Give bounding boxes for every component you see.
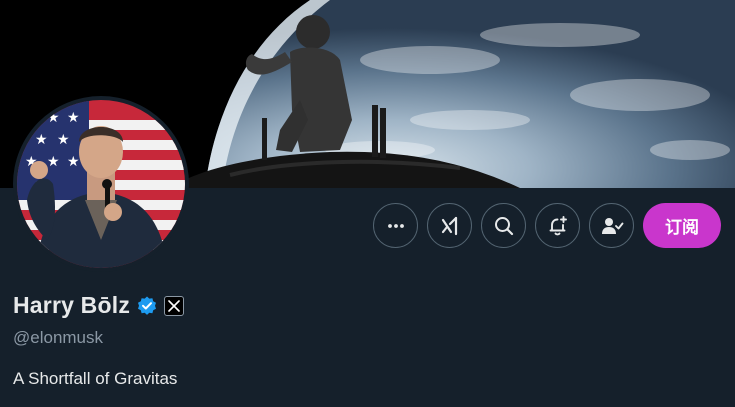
grok-icon xyxy=(441,216,457,235)
avatar[interactable]: ★ ★ ★ ★ ★ ★ ★ ★ ★ xyxy=(13,96,189,272)
svg-text:★: ★ xyxy=(67,154,80,170)
notifications-button[interactable] xyxy=(535,203,580,248)
following-button[interactable] xyxy=(589,203,634,248)
x-logo-icon[interactable] xyxy=(164,295,185,316)
svg-text:★: ★ xyxy=(47,154,60,170)
grok-button[interactable] xyxy=(427,203,472,248)
profile-actions: 订阅 xyxy=(373,203,721,248)
search-icon xyxy=(494,216,513,235)
svg-text:★: ★ xyxy=(57,132,70,148)
profile-name-row: Harry Bōlz xyxy=(13,292,185,319)
profile-handle: @elonmusk xyxy=(13,328,104,347)
subscribe-button[interactable]: 订阅 xyxy=(643,203,721,248)
avatar-image: ★ ★ ★ ★ ★ ★ ★ ★ ★ xyxy=(17,100,185,268)
more-button[interactable] xyxy=(373,203,418,248)
svg-text:★: ★ xyxy=(67,110,80,126)
search-profile-button[interactable] xyxy=(481,203,526,248)
notification-bell-icon xyxy=(549,215,567,235)
display-name: Harry Bōlz xyxy=(13,292,131,318)
svg-text:★: ★ xyxy=(47,110,60,126)
more-icon xyxy=(387,223,404,228)
profile-bio: A Shortfall of Gravitas xyxy=(13,369,178,388)
svg-text:★: ★ xyxy=(35,132,48,148)
following-icon xyxy=(601,217,623,234)
verified-badge-icon[interactable] xyxy=(136,295,158,317)
